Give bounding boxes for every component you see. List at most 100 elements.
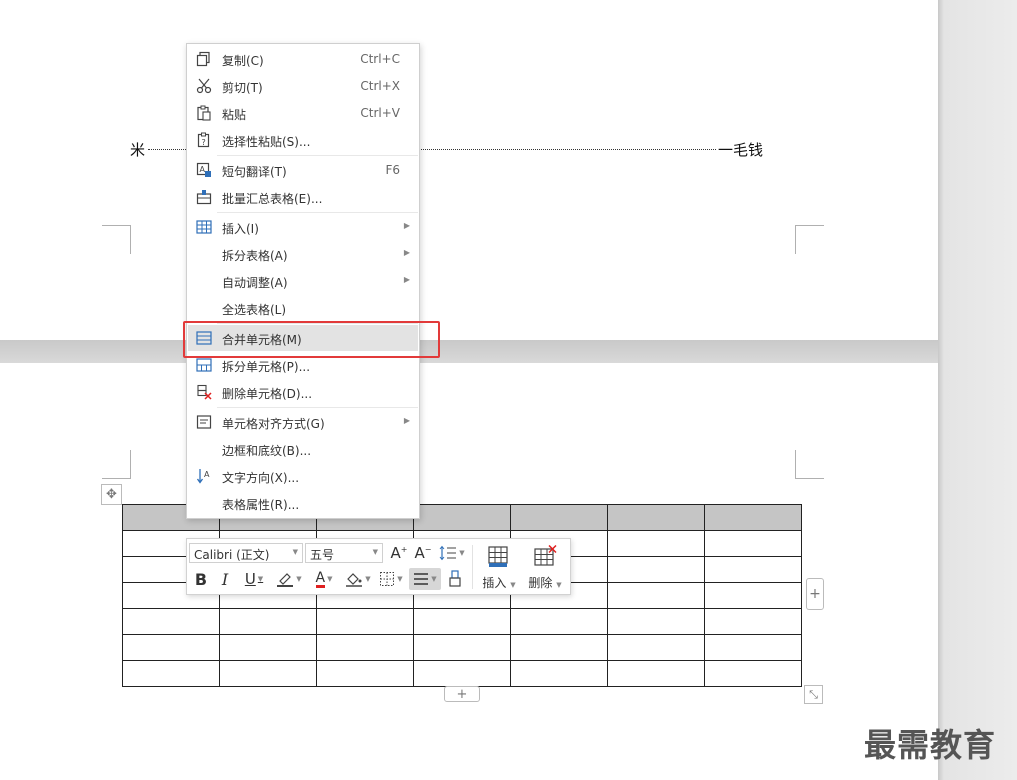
table-cell[interactable] [413,634,511,661]
table-cell[interactable] [316,634,414,661]
table-cell[interactable] [607,660,705,687]
table-cell[interactable] [607,634,705,661]
delete-button[interactable]: 删除 ▼ [523,543,567,591]
font-name-select[interactable]: Calibri (正文) ▼ [189,543,303,563]
format-painter-icon [449,570,461,587]
table-cell[interactable] [510,608,608,635]
header-cell[interactable] [607,504,705,531]
add-row-button[interactable]: + [444,686,480,702]
page-corner-mark [102,225,131,254]
table-cell[interactable] [122,660,220,687]
menu-item-select-table[interactable]: 全选表格(L) [188,295,418,321]
menu-item-cell-alignment[interactable]: 单元格对齐方式(G) ▶ [188,409,418,435]
menu-item-borders-shading[interactable]: 边框和底纹(B)... [188,436,418,462]
insert-button[interactable]: 插入 ▼ [477,543,521,591]
bold-button[interactable]: B [191,568,211,590]
table-cell[interactable] [122,608,220,635]
table-cell[interactable] [704,660,802,687]
table-row [122,608,802,635]
chevron-down-icon: ▼ [397,575,403,583]
insert-table-icon [488,546,508,567]
menu-item-paste-special[interactable]: ? 选择性粘贴(S)... [188,127,418,153]
header-cell[interactable] [704,504,802,531]
table-cell[interactable] [510,634,608,661]
chevron-down-icon: ▼ [365,575,371,583]
font-color-button[interactable]: A ▼ [309,568,339,590]
menu-item-label: 拆分表格(A) [222,249,288,263]
menu-item-label: 复制(C) [222,54,264,68]
menu-item-shortcut: Ctrl+V [360,106,400,120]
table-cell[interactable] [413,608,511,635]
font-name-value: Calibri (正文) [194,548,270,562]
italic-icon: I [221,569,229,589]
table-cell[interactable] [219,608,317,635]
font-size-select[interactable]: 五号 ▼ [305,543,383,563]
menu-item-delete-cells[interactable]: 删除单元格(D)... [188,379,418,405]
format-painter-button[interactable] [445,568,465,590]
table-move-handle[interactable]: ✥ [101,484,122,505]
table-cell[interactable] [607,582,705,609]
copy-icon [196,51,210,67]
chevron-down-icon: ▼ [459,549,465,557]
line-spacing-icon [439,545,457,561]
delete-label: 删除 ▼ [528,576,562,590]
table-cell[interactable] [704,608,802,635]
table-cell[interactable] [704,530,802,557]
table-cell[interactable] [510,660,608,687]
submenu-arrow-icon: ▶ [403,248,410,257]
menu-item-text-direction[interactable]: A 文字方向(X)... [188,463,418,489]
table-resize-handle[interactable]: ⤡ [804,685,823,704]
table-cell[interactable] [704,634,802,661]
underline-icon: U [244,570,256,588]
menu-item-translate[interactable]: A 短句翻译(T) F6 [188,157,418,183]
table-cell[interactable] [316,608,414,635]
italic-button[interactable]: I [215,568,235,590]
menu-item-insert[interactable]: 插入(I) ▶ [188,214,418,240]
menu-item-cut[interactable]: 剪切(T) Ctrl+X [188,73,418,99]
borders-button[interactable]: ▼ [377,568,405,590]
underline-button[interactable]: U ▼ [239,568,269,590]
menu-item-auto-fit[interactable]: 自动调整(A) ▶ [188,268,418,294]
align-button[interactable]: ▼ [409,568,441,590]
menu-item-label: 剪切(T) [222,81,263,95]
table-cell[interactable] [413,660,511,687]
bold-icon: B [194,569,208,589]
table-cell[interactable] [316,660,414,687]
add-column-button[interactable]: + [806,578,824,610]
table-cell[interactable] [607,608,705,635]
header-cell[interactable] [413,504,511,531]
table-cell[interactable] [607,556,705,583]
border-icon [380,572,395,586]
workspace-background [938,0,1017,780]
table-cell[interactable] [704,556,802,583]
toolbar-separator [472,545,473,589]
line-spacing-button[interactable]: ▼ [437,542,467,564]
menu-item-copy[interactable]: 复制(C) Ctrl+C [188,46,418,72]
table-row [122,634,802,661]
shrink-font-button[interactable]: A− [413,542,433,564]
table-cell[interactable] [122,634,220,661]
toc-leader-dots [148,149,186,150]
grow-font-button[interactable]: A+ [389,542,409,564]
table-cell[interactable] [219,660,317,687]
svg-text:?: ? [202,138,206,147]
menu-item-table-properties[interactable]: 表格属性(R)... [188,490,418,516]
table-cell[interactable] [219,634,317,661]
menu-item-paste[interactable]: 粘贴 Ctrl+V [188,100,418,126]
menu-item-batch-summary[interactable]: 批量汇总表格(E)... [188,184,418,210]
paint-bucket-icon [346,573,363,587]
chevron-down-icon: ▼ [372,548,378,556]
menu-separator [217,407,418,408]
header-cell[interactable] [510,504,608,531]
translate-icon: A [196,162,211,177]
menu-item-split-table[interactable]: 拆分表格(A) ▶ [188,241,418,267]
menu-separator [217,212,418,213]
highlight-button[interactable]: ▼ [273,568,305,590]
menu-item-label: 批量汇总表格(E)... [222,192,323,206]
table-cell[interactable] [607,530,705,557]
shading-button[interactable]: ▼ [343,568,373,590]
menu-item-label: 自动调整(A) [222,276,288,290]
table-cell[interactable] [704,582,802,609]
menu-item-label: 拆分单元格(P)... [222,360,311,374]
document-table[interactable] [122,504,802,687]
